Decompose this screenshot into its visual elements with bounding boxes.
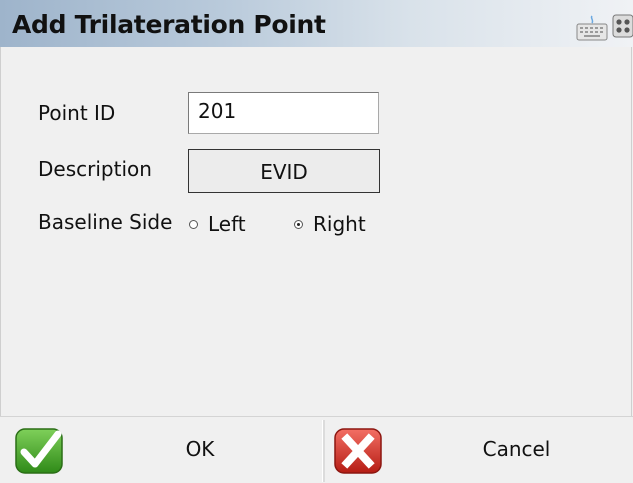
calculator-icon[interactable] [612,14,633,38]
dialog-window [0,0,632,481]
ok-label: OK [185,437,215,461]
radio-right-indicator[interactable] [294,219,303,229]
radio-left-indicator[interactable] [189,219,198,229]
radio-left[interactable]: Left [189,212,246,236]
cancel-label: Cancel [482,437,551,461]
radio-left-label: Left [208,212,246,236]
description-label: Description [38,157,152,181]
title-bar: Add Trilateration Point [0,0,633,47]
radio-right-label: Right [313,212,366,236]
radio-right[interactable]: Right [294,212,366,236]
point-id-label: Point ID [38,101,116,125]
dialog-title: Add Trilateration Point [12,10,326,39]
baseline-side-label: Baseline Side [38,210,173,234]
description-button[interactable]: EVID [188,149,380,193]
point-id-input[interactable]: 201 [188,92,379,134]
keyboard-icon[interactable] [576,12,608,42]
checkmark-icon[interactable] [14,426,66,476]
x-icon[interactable] [333,426,385,476]
